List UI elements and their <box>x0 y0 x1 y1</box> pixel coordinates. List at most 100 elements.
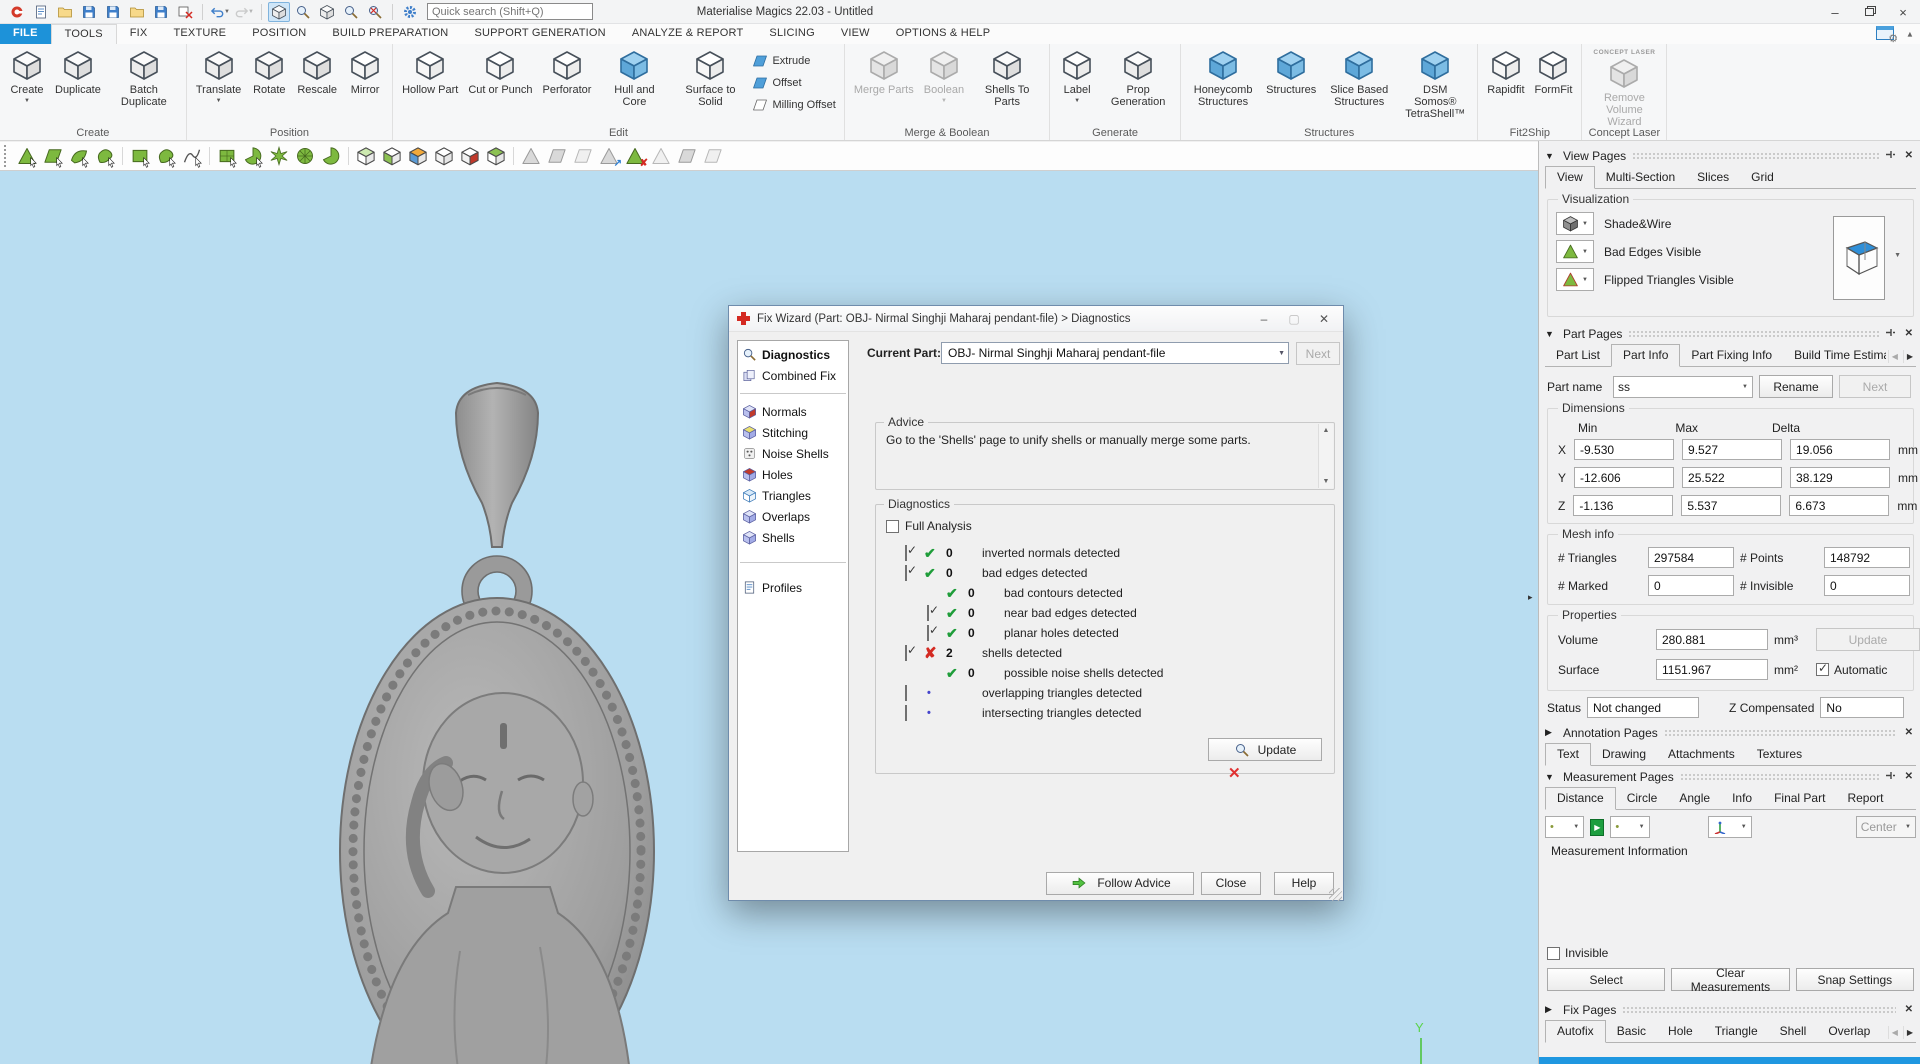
chevron-down-icon[interactable]: ▼ <box>1894 252 1901 259</box>
help-button[interactable]: Help <box>1274 872 1334 895</box>
dialog-close-icon[interactable]: ✕ <box>1309 312 1339 326</box>
ribbon-duplicate-button[interactable]: Duplicate <box>50 46 106 96</box>
mark-triangles-icon[interactable] <box>15 144 39 168</box>
diagnostic-checkbox[interactable] <box>905 545 907 561</box>
fixwizard-nav-normals[interactable]: Normals <box>738 401 848 422</box>
ribbon-merge-parts-button[interactable]: Merge Parts <box>849 46 919 96</box>
settings-button[interactable] <box>399 2 421 22</box>
orientation-cube-preview[interactable] <box>1833 216 1885 300</box>
import-part-button[interactable] <box>126 2 148 22</box>
interface-settings-icon[interactable]: ⚙ <box>1876 26 1896 42</box>
scroll-left-icon[interactable]: ◀ <box>1888 350 1901 363</box>
part-pages-header[interactable]: ▼ Part Pages ✕ <box>1545 323 1916 344</box>
scroll-up-icon[interactable]: ▲ <box>1323 424 1330 437</box>
select-button[interactable]: Select <box>1547 968 1665 991</box>
ribbon-rapidfit-button[interactable]: Rapidfit <box>1482 46 1529 96</box>
ribbon-milling-offset-button[interactable]: Milling Offset <box>748 94 839 116</box>
mark-surfaces-icon[interactable] <box>67 144 91 168</box>
mark-planes-icon[interactable] <box>41 144 65 168</box>
cube-view-front-icon[interactable] <box>354 144 378 168</box>
mark-shells-icon[interactable] <box>93 144 117 168</box>
ribbon-translate-button[interactable]: Translate▼ <box>191 46 246 104</box>
part-name-combo[interactable]: ss ▼ <box>1613 376 1753 398</box>
point-mode-combo-2[interactable]: •▼ <box>1610 816 1649 838</box>
cube-view-top-icon[interactable] <box>406 144 430 168</box>
point-mode-combo-1[interactable]: •▼ <box>1545 816 1584 838</box>
scroll-left-icon[interactable]: ◀ <box>1888 1026 1901 1039</box>
center-mode-combo[interactable]: Center ▼ <box>1856 816 1916 838</box>
export-part-button[interactable] <box>150 2 172 22</box>
menu-build-preparation[interactable]: BUILD PREPARATION <box>319 24 461 44</box>
z-compensated-field[interactable] <box>1820 697 1904 718</box>
measurement-pages-tab-angle[interactable]: Angle <box>1668 788 1721 809</box>
ribbon-surface-to-solid-button[interactable]: Surface to Solid <box>672 46 748 108</box>
diagnostic-checkbox[interactable] <box>927 605 929 621</box>
volume-value-field[interactable] <box>1656 629 1768 650</box>
measurement-pages-tab-report[interactable]: Report <box>1836 788 1894 809</box>
diagnostic-checkbox[interactable] <box>905 705 907 721</box>
cube-view-left-icon[interactable] <box>380 144 404 168</box>
fixwizard-nav-combined-fix[interactable]: Combined Fix <box>738 365 848 386</box>
ribbon-shells-to-parts-button[interactable]: Shells To Parts <box>969 46 1045 108</box>
resize-grip[interactable] <box>1329 888 1342 901</box>
app-home-button[interactable] <box>6 2 28 22</box>
cube-view-core-icon[interactable] <box>458 144 482 168</box>
current-part-combo[interactable]: OBJ- Nirmal Singhji Maharaj pendant-file… <box>941 342 1289 364</box>
restore-button[interactable] <box>1852 0 1886 24</box>
select-window-icon[interactable] <box>215 144 239 168</box>
fixwizard-nav-holes[interactable]: Holes <box>738 464 848 485</box>
update-volume-button[interactable]: Update <box>1816 628 1920 651</box>
fix-pages-tab-hole[interactable]: Hole <box>1657 1021 1704 1042</box>
cube-view-plain-icon[interactable] <box>432 144 456 168</box>
scroll-right-icon[interactable]: ▶ <box>1903 1026 1916 1039</box>
sidebar-splitter-arrow[interactable]: ▸ <box>1528 592 1533 603</box>
annotation-pages-tab-drawing[interactable]: Drawing <box>1591 744 1657 765</box>
annotation-pages-header[interactable]: ▶ Annotation Pages ✕ <box>1545 722 1916 743</box>
measurement-pages-tab-info[interactable]: Info <box>1721 788 1763 809</box>
menu-fix[interactable]: FIX <box>117 24 161 44</box>
view-home-button[interactable] <box>268 2 290 22</box>
menu-file[interactable]: FILE <box>0 24 51 44</box>
ribbon-cut-or-punch-button[interactable]: Cut or Punch <box>463 46 537 96</box>
ribbon-formfit-button[interactable]: FormFit <box>1530 46 1578 96</box>
menu-position[interactable]: POSITION <box>239 24 319 44</box>
next-button[interactable]: Next <box>1296 342 1340 365</box>
fixwizard-nav-noise-shells[interactable]: Noise Shells <box>738 443 848 464</box>
measurement-pages-tab-final-part[interactable]: Final Part <box>1763 788 1836 809</box>
unmark-plane-icon[interactable] <box>545 144 569 168</box>
select-polyline-icon[interactable] <box>180 144 204 168</box>
surface-value-field[interactable] <box>1656 659 1768 680</box>
copy-marked-icon[interactable] <box>675 144 699 168</box>
diagnostic-checkbox[interactable] <box>905 565 907 581</box>
ribbon-mirror-button[interactable]: Mirror <box>342 46 388 96</box>
menu-texture[interactable]: TEXTURE <box>160 24 239 44</box>
menu-slicing[interactable]: SLICING <box>756 24 827 44</box>
shade-wire-dropdown[interactable]: ▼ <box>1556 212 1594 235</box>
dim-z-max-field[interactable] <box>1681 495 1781 516</box>
part-pages-tab-part-info[interactable]: Part Info <box>1611 344 1680 367</box>
unmark-triangle-icon[interactable] <box>519 144 543 168</box>
toolbar-drag-handle[interactable] <box>4 145 9 167</box>
menu-view[interactable]: VIEW <box>828 24 883 44</box>
view-part-button[interactable] <box>316 2 338 22</box>
marked-value-field[interactable] <box>1648 575 1734 596</box>
annotation-pages-tab-textures[interactable]: Textures <box>1746 744 1813 765</box>
ribbon-perforator-button[interactable]: Perforator <box>538 46 597 96</box>
snap-settings-button[interactable]: Snap Settings <box>1796 968 1914 991</box>
close-icon[interactable]: ✕ <box>1902 328 1916 339</box>
select-fan-icon[interactable] <box>319 144 343 168</box>
close-icon[interactable]: ✕ <box>1902 150 1916 161</box>
view-pages-tab-grid[interactable]: Grid <box>1740 167 1785 188</box>
new-scene-button[interactable] <box>30 2 52 22</box>
ribbon-remove-volume-wizard-button[interactable]: CONCEPT LASERRemove Volume Wizard <box>1586 46 1662 128</box>
redo-button[interactable]: ▼ <box>233 2 255 22</box>
ribbon-extrude-button[interactable]: Extrude <box>748 50 839 72</box>
dim-x-max-field[interactable] <box>1682 439 1782 460</box>
close-icon[interactable]: ✕ <box>1902 727 1916 738</box>
bad-edges-visible-dropdown[interactable]: ▼ <box>1556 240 1594 263</box>
diagnostic-checkbox[interactable] <box>905 685 907 701</box>
ribbon-hull-and-core-button[interactable]: Hull and Core <box>596 46 672 108</box>
automatic-checkbox[interactable] <box>1816 663 1829 676</box>
menu-tools[interactable]: TOOLS <box>51 24 117 44</box>
pin-icon[interactable] <box>1885 149 1896 163</box>
